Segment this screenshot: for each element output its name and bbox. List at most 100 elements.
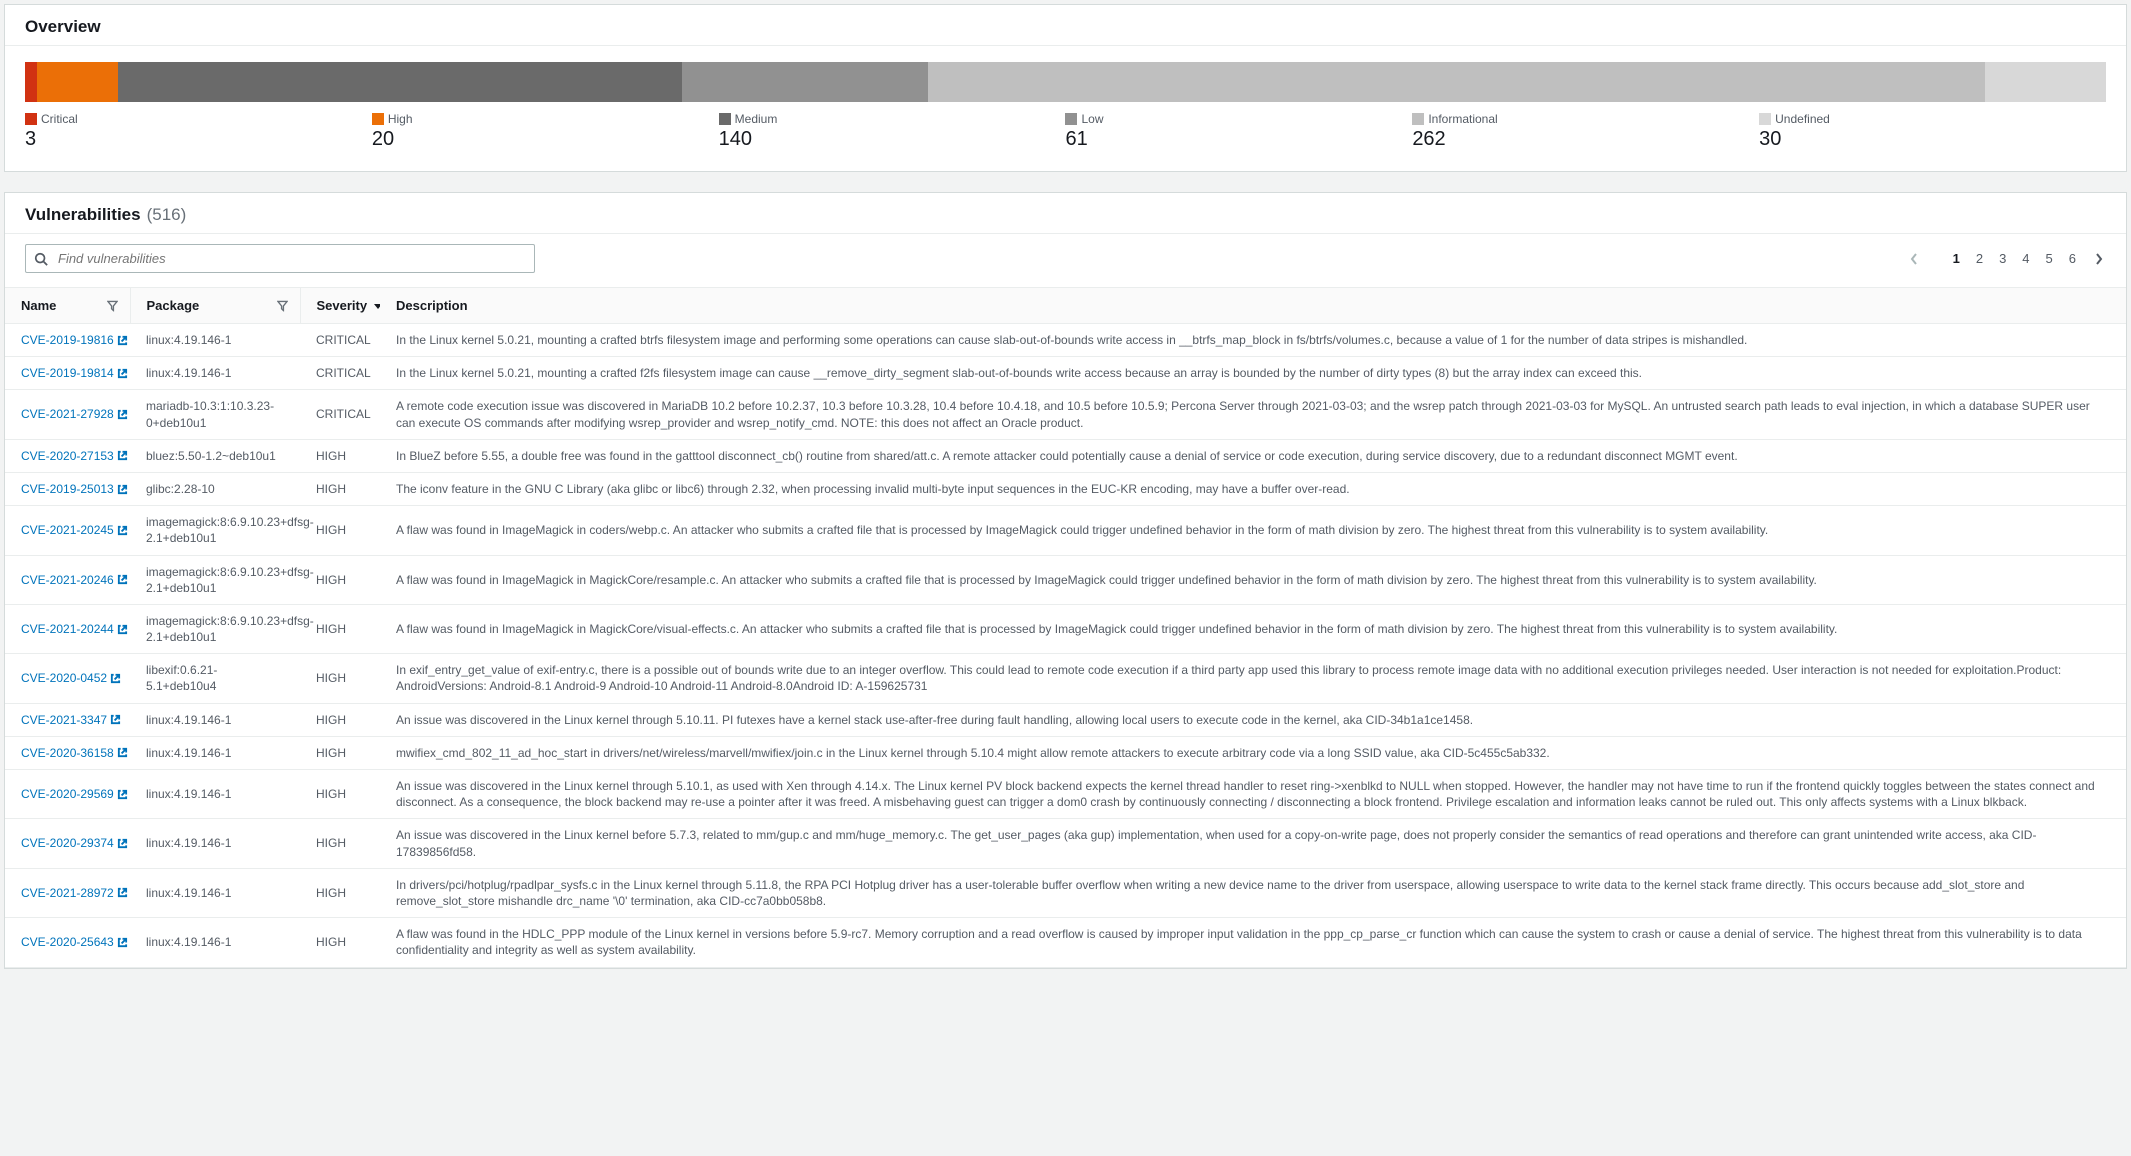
legend-swatch [1412, 113, 1424, 125]
bar-segment-high [37, 62, 118, 102]
cell-name: CVE-2020-0452 [5, 654, 130, 703]
external-link-icon [117, 624, 128, 635]
cell-package: linux:4.19.146-1 [130, 357, 300, 390]
severity-legend: Critical3High20Medium140Low61Information… [25, 112, 2106, 151]
page-2[interactable]: 2 [1976, 251, 1983, 266]
cell-description: In drivers/pci/hotplug/rpadlpar_sysfs.c … [380, 868, 2126, 917]
cell-package: linux:4.19.146-1 [130, 918, 300, 967]
cell-severity: HIGH [300, 819, 380, 868]
cell-severity: HIGH [300, 506, 380, 555]
legend-count: 262 [1412, 128, 1759, 151]
page-1[interactable]: 1 [1953, 251, 1960, 266]
external-link-icon [117, 838, 128, 849]
bar-segment-informational [928, 62, 1985, 102]
cell-name: CVE-2019-19814 [5, 357, 130, 390]
legend-swatch [1759, 113, 1771, 125]
cve-link[interactable]: CVE-2020-0452 [21, 670, 121, 686]
cell-name: CVE-2020-27153 [5, 439, 130, 472]
cell-severity: HIGH [300, 654, 380, 703]
bar-segment-undefined [1985, 62, 2106, 102]
severity-bar [25, 62, 2106, 102]
cell-severity: HIGH [300, 555, 380, 604]
cell-name: CVE-2019-19816 [5, 324, 130, 357]
cell-package: bluez:5.50-1.2~deb10u1 [130, 439, 300, 472]
page-next[interactable] [2092, 252, 2106, 266]
legend-label: Undefined [1775, 112, 1830, 126]
external-link-icon [117, 368, 128, 379]
table-row: CVE-2021-27928 mariadb-10.3:1:10.3.23-0+… [5, 390, 2126, 439]
external-link-icon [117, 937, 128, 948]
col-package-header[interactable]: Package [130, 288, 300, 324]
cell-severity: HIGH [300, 604, 380, 653]
cve-link[interactable]: CVE-2020-29374 [21, 835, 128, 851]
page-4[interactable]: 4 [2022, 251, 2029, 266]
table-row: CVE-2019-25013 glibc:2.28-10HIGHThe icon… [5, 472, 2126, 505]
cell-description: In exif_entry_get_value of exif-entry.c,… [380, 654, 2126, 703]
vulnerabilities-title: Vulnerabilities [25, 205, 141, 225]
legend-count: 61 [1065, 128, 1412, 151]
legend-swatch [25, 113, 37, 125]
cell-description: The iconv feature in the GNU C Library (… [380, 472, 2126, 505]
page-6[interactable]: 6 [2069, 251, 2076, 266]
external-link-icon [117, 450, 128, 461]
cve-link[interactable]: CVE-2021-3347 [21, 712, 121, 728]
col-severity-header[interactable]: Severity [300, 288, 380, 324]
cell-name: CVE-2020-25643 [5, 918, 130, 967]
legend-count: 140 [719, 128, 1066, 151]
legend-swatch [719, 113, 731, 125]
cell-package: imagemagick:8:6.9.10.23+dfsg-2.1+deb10u1 [130, 555, 300, 604]
vulnerabilities-count: (516) [147, 205, 187, 225]
legend-count: 3 [25, 128, 372, 151]
cve-link[interactable]: CVE-2021-20245 [21, 522, 128, 538]
cell-severity: HIGH [300, 472, 380, 505]
legend-label: High [388, 112, 413, 126]
search-icon [34, 252, 48, 266]
pagination: 1 2 3 4 5 6 [1907, 251, 2106, 266]
legend-item-informational: Informational262 [1412, 112, 1759, 151]
page-prev[interactable] [1907, 252, 1921, 266]
cve-link[interactable]: CVE-2021-28972 [21, 885, 128, 901]
cell-package: linux:4.19.146-1 [130, 703, 300, 736]
cell-name: CVE-2020-36158 [5, 736, 130, 769]
cve-link[interactable]: CVE-2020-36158 [21, 745, 128, 761]
cell-description: An issue was discovered in the Linux ker… [380, 703, 2126, 736]
cell-description: An issue was discovered in the Linux ker… [380, 819, 2126, 868]
external-link-icon [117, 574, 128, 585]
cell-description: A flaw was found in ImageMagick in Magic… [380, 604, 2126, 653]
legend-item-low: Low 61 [1065, 112, 1412, 151]
cell-description: In BlueZ before 5.55, a double free was … [380, 439, 2126, 472]
cve-link[interactable]: CVE-2021-20246 [21, 572, 128, 588]
cve-link[interactable]: CVE-2019-19814 [21, 365, 128, 381]
table-row: CVE-2021-3347 linux:4.19.146-1HIGHAn iss… [5, 703, 2126, 736]
cell-name: CVE-2021-3347 [5, 703, 130, 736]
cell-name: CVE-2020-29374 [5, 819, 130, 868]
overview-body: Critical3High20Medium140Low61Information… [5, 46, 2126, 171]
vulnerabilities-header: Vulnerabilities (516) [5, 193, 2126, 234]
cve-link[interactable]: CVE-2020-29569 [21, 786, 128, 802]
cell-package: mariadb-10.3:1:10.3.23-0+deb10u1 [130, 390, 300, 439]
cve-link[interactable]: CVE-2019-25013 [21, 481, 128, 497]
cve-link[interactable]: CVE-2020-27153 [21, 448, 128, 464]
cell-name: CVE-2021-28972 [5, 868, 130, 917]
cve-link[interactable]: CVE-2021-20244 [21, 621, 128, 637]
cell-name: CVE-2019-25013 [5, 472, 130, 505]
col-name-header[interactable]: Name [5, 288, 130, 324]
external-link-icon [117, 525, 128, 536]
legend-item-undefined: Undefined30 [1759, 112, 2106, 151]
table-row: CVE-2020-27153 bluez:5.50-1.2~deb10u1HIG… [5, 439, 2126, 472]
cell-description: A remote code execution issue was discov… [380, 390, 2126, 439]
cell-package: linux:4.19.146-1 [130, 770, 300, 819]
page-3[interactable]: 3 [1999, 251, 2006, 266]
cell-severity: HIGH [300, 439, 380, 472]
cve-link[interactable]: CVE-2020-25643 [21, 934, 128, 950]
cell-name: CVE-2021-20244 [5, 604, 130, 653]
page-5[interactable]: 5 [2046, 251, 2053, 266]
cve-link[interactable]: CVE-2021-27928 [21, 406, 128, 422]
search-input[interactable] [25, 244, 535, 273]
cve-link[interactable]: CVE-2019-19816 [21, 332, 128, 348]
external-link-icon [110, 714, 121, 725]
legend-item-medium: Medium140 [719, 112, 1066, 151]
cell-package: glibc:2.28-10 [130, 472, 300, 505]
legend-label: Low [1081, 112, 1103, 126]
external-link-icon [117, 789, 128, 800]
